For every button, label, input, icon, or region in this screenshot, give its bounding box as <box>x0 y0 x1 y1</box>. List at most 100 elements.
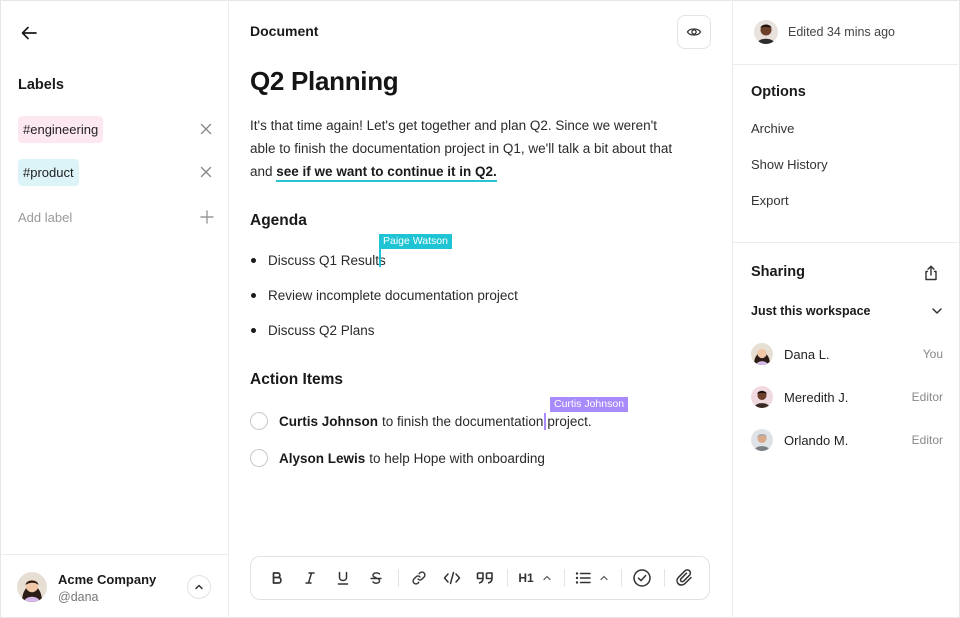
right-panel: Edited 34 mins ago Options Archive Show … <box>732 0 960 618</box>
member-role: You <box>922 347 943 361</box>
intro-link[interactable]: see if we want to continue it in Q2. <box>276 164 497 182</box>
avatar[interactable] <box>17 572 47 602</box>
attach-button[interactable] <box>671 563 699 593</box>
underline-icon <box>337 571 349 585</box>
chevron-down-icon <box>932 308 942 314</box>
bold-button[interactable] <box>263 563 291 593</box>
member-row[interactable]: Orlando M. Editor <box>751 427 943 453</box>
account-menu-button[interactable] <box>187 575 211 599</box>
quote-icon <box>476 572 493 584</box>
eye-icon <box>686 28 702 36</box>
close-icon <box>200 123 212 135</box>
document-title[interactable]: Q2 Planning <box>250 66 399 97</box>
code-icon <box>443 571 461 585</box>
add-label-text: Add label <box>18 209 73 225</box>
label-chip[interactable]: #product <box>18 158 79 186</box>
bullet-list-icon <box>575 572 591 584</box>
action-text-end: project. <box>547 413 592 429</box>
plus-icon <box>200 210 214 224</box>
edit-status: Edited 34 mins ago <box>733 0 960 65</box>
action-item[interactable]: Curtis Johnson to finish the documentati… <box>250 410 592 432</box>
agenda-heading: Agenda <box>250 212 307 229</box>
avatar <box>751 343 773 365</box>
quote-button[interactable] <box>471 563 499 593</box>
action-items-heading: Action Items <box>250 371 344 388</box>
action-text: to finish the documentation <box>382 413 544 429</box>
italic-button[interactable] <box>296 563 324 593</box>
label-item-product: #product <box>18 158 214 186</box>
member-row[interactable]: Meredith J. Editor <box>751 384 943 410</box>
list-item[interactable]: Discuss Q1 Results <box>250 250 386 270</box>
link-button[interactable] <box>405 563 433 593</box>
italic-icon <box>305 572 315 584</box>
formatting-toolbar: H1 <box>250 556 710 600</box>
list-dropdown[interactable] <box>571 563 613 593</box>
heading-level: H1 <box>518 571 534 585</box>
toolbar-divider <box>398 569 399 587</box>
show-history-option[interactable]: Show History <box>751 157 828 172</box>
user-handle: @dana <box>58 590 99 604</box>
left-sidebar: Labels #engineering #product Add label A… <box>0 0 229 618</box>
list-item-text: Review incomplete documentation project <box>268 287 518 303</box>
intro-paragraph[interactable]: It's that time again! Let's get together… <box>250 114 680 183</box>
back-button[interactable] <box>16 20 42 46</box>
share-scope-value: Just this workspace <box>751 304 871 318</box>
task-checkbox[interactable] <box>250 449 268 467</box>
action-item[interactable]: Alyson Lewis to help Hope with onboardin… <box>250 447 545 469</box>
bullet-dot <box>251 257 256 263</box>
avatar <box>751 429 773 451</box>
action-text: to help Hope with onboarding <box>369 450 545 466</box>
remove-label-button[interactable] <box>198 164 214 180</box>
member-role: Editor <box>911 390 943 404</box>
avatar <box>751 386 773 408</box>
list-item[interactable]: Discuss Q2 Plans <box>250 320 375 340</box>
underline-button[interactable] <box>329 563 357 593</box>
add-label-button[interactable]: Add label <box>18 205 214 229</box>
checklist-button[interactable] <box>628 563 656 593</box>
member-role: Editor <box>911 433 943 447</box>
collaborator-cursor <box>544 412 547 430</box>
sharing-heading: Sharing <box>751 264 805 280</box>
toolbar-divider <box>564 569 565 587</box>
strikethrough-button[interactable] <box>362 563 390 593</box>
export-option[interactable]: Export <box>751 193 789 208</box>
toolbar-divider <box>507 569 508 587</box>
list-item-text: Discuss Q1 Results <box>268 252 386 268</box>
code-button[interactable] <box>438 563 466 593</box>
member-row[interactable]: Dana L. You <box>751 341 943 367</box>
member-name: Meredith J. <box>784 389 849 405</box>
chevron-up-icon <box>600 575 608 581</box>
edited-timestamp: Edited 34 mins ago <box>788 25 896 39</box>
label-item-engineering: #engineering <box>18 115 214 143</box>
list-item[interactable]: Review incomplete documentation project <box>250 285 518 305</box>
labels-heading: Labels <box>18 77 64 93</box>
remove-label-button[interactable] <box>198 121 214 137</box>
chevron-up-icon <box>543 575 551 581</box>
heading-dropdown[interactable]: H1 <box>514 563 556 593</box>
collaborator-cursor-label: Paige Watson <box>379 234 452 249</box>
list-item-text: Discuss Q2 Plans <box>268 322 375 338</box>
member-name: Dana L. <box>784 346 830 362</box>
archive-option[interactable]: Archive <box>751 121 794 136</box>
arrow-left-icon <box>21 26 37 40</box>
account-footer: Acme Company @dana <box>0 554 228 618</box>
link-icon <box>412 571 426 585</box>
collaborator-cursor <box>379 247 381 267</box>
task-checkbox[interactable] <box>250 412 268 430</box>
share-button[interactable] <box>920 262 942 284</box>
bold-icon <box>272 572 282 584</box>
paperclip-icon <box>676 569 692 586</box>
toolbar-divider <box>664 569 665 587</box>
divider <box>733 242 960 243</box>
member-name: Orlando M. <box>784 432 849 448</box>
label-chip[interactable]: #engineering <box>18 115 104 143</box>
share-icon <box>925 265 937 281</box>
document-editor: Document Q2 Planning It's that time agai… <box>229 0 732 618</box>
strikethrough-icon <box>370 572 382 584</box>
collaborator-cursor-label: Curtis Johnson <box>550 397 629 412</box>
share-scope-dropdown[interactable]: Just this workspace <box>751 300 943 322</box>
check-circle-icon <box>633 569 651 587</box>
document-header: Document <box>250 23 319 39</box>
company-name: Acme Company <box>58 572 157 587</box>
preview-button[interactable] <box>677 15 711 49</box>
